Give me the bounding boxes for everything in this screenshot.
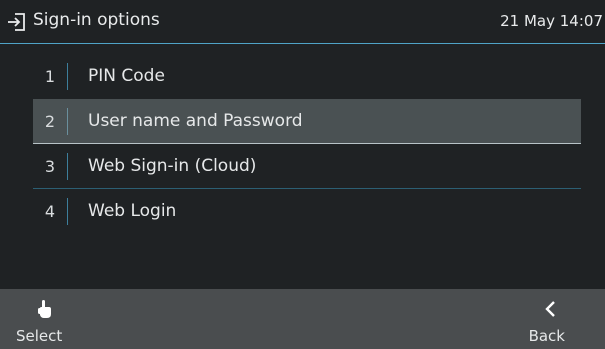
menu-item-number: 2 (44, 112, 56, 131)
select-label: Select (16, 327, 63, 345)
menu-item-web-sign-in-cloud[interactable]: 3 Web Sign-in (Cloud) (33, 144, 581, 189)
divider (67, 153, 68, 180)
sign-in-options-list: 1 PIN Code 2 User name and Password 3 We… (33, 54, 581, 234)
menu-item-pin-code[interactable]: 1 PIN Code (33, 54, 581, 99)
menu-item-label: PIN Code (88, 66, 165, 86)
menu-item-label: Web Login (88, 201, 177, 221)
menu-item-number: 1 (44, 67, 56, 86)
divider (67, 198, 68, 225)
back-softkey[interactable]: Back (515, 289, 605, 349)
divider (67, 108, 68, 135)
menu-item-label: Web Sign-in (Cloud) (88, 156, 257, 176)
login-icon (8, 13, 25, 31)
menu-item-web-login[interactable]: 4 Web Login (33, 189, 581, 234)
select-softkey[interactable]: Select (0, 289, 90, 349)
title-bar: Sign-in options 21 May 14:07 (0, 0, 605, 44)
menu-item-number: 3 (44, 157, 56, 176)
menu-item-label: User name and Password (88, 111, 303, 131)
back-label: Back (528, 327, 565, 345)
hand-pointer-icon (38, 300, 51, 318)
softkey-bar: Select Back (0, 289, 605, 349)
divider (67, 63, 68, 90)
page-title: Sign-in options (33, 10, 160, 30)
chevron-left-icon (545, 301, 555, 317)
menu-item-username-password[interactable]: 2 User name and Password (33, 99, 581, 144)
date-time: 21 May 14:07 (500, 12, 603, 30)
menu-item-number: 4 (44, 202, 56, 221)
